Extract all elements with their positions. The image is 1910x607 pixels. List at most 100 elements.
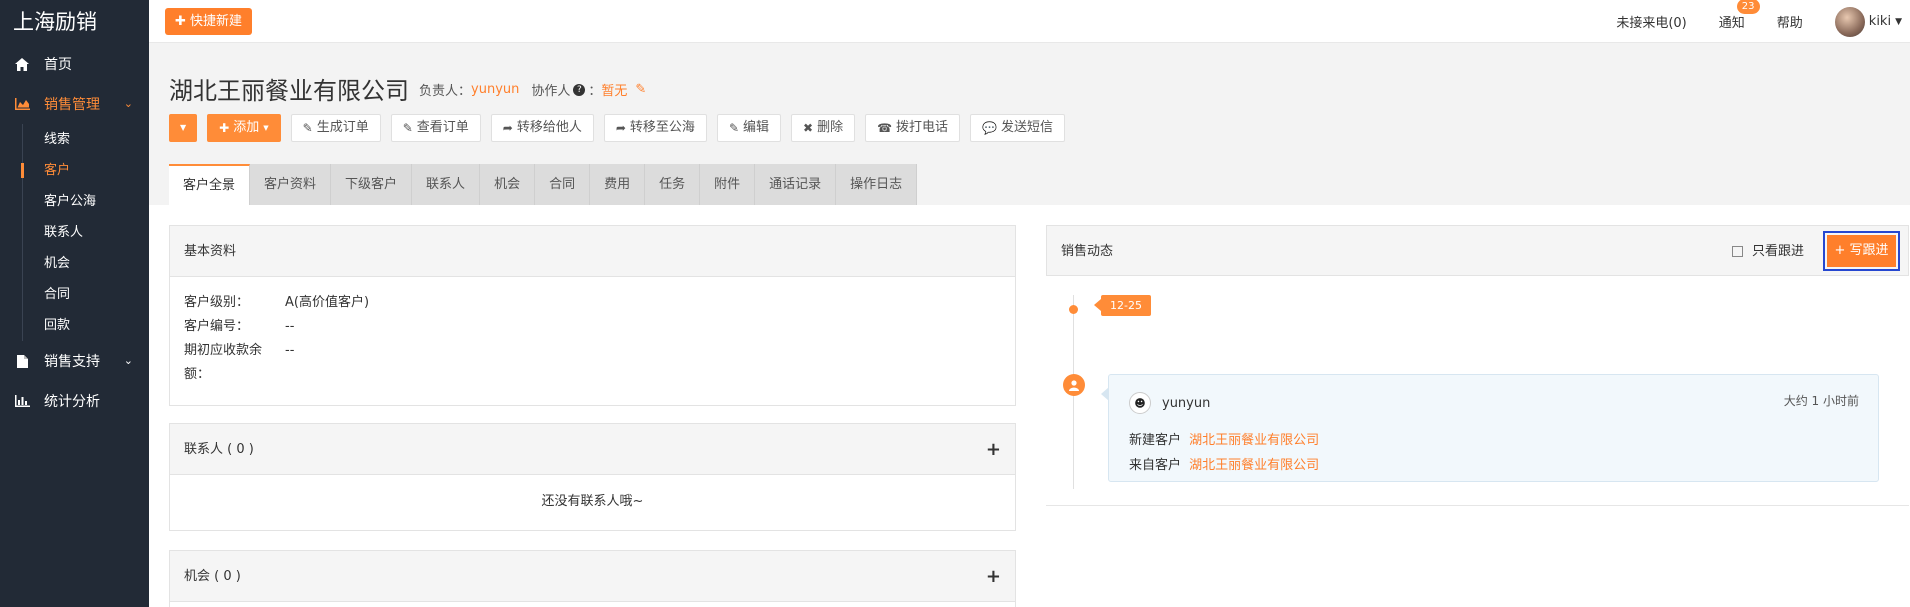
add-button[interactable]: ✚ 添加 ▼ — [207, 114, 281, 142]
info-row: 期初应收款余 -- — [184, 339, 1015, 363]
username: kiki — [1868, 14, 1892, 29]
send-sms-label: 发送短信 — [1001, 120, 1054, 135]
missed-calls-link[interactable]: 未接来电(0) — [1616, 12, 1686, 31]
info-value: A(高价值客户) — [285, 295, 370, 310]
action-bar: ▼ ✚ 添加 ▼ ✎ 生成订单 ✎ 查看订单 ➦ 转移给他人 ➦ 转移至公海 ✎… — [169, 114, 1075, 142]
quick-new-label: 快捷新建 — [190, 14, 243, 29]
sub-item-contracts[interactable]: 合同 — [23, 279, 149, 310]
edit-button[interactable]: ✎ 编辑 — [716, 114, 782, 142]
activity-line-label: 新建客户 — [1129, 433, 1182, 448]
nav-label: 统计分析 — [44, 394, 100, 410]
edit-icon: ✎ — [728, 121, 739, 135]
caret-down-icon: ▼ — [263, 124, 269, 132]
sub-item-contacts[interactable]: 联系人 — [23, 217, 149, 248]
page-title: 湖北王丽餐业有限公司 — [169, 77, 409, 105]
view-order-button[interactable]: ✎ 查看订单 — [390, 114, 481, 142]
info-label: 期初应收款余 — [184, 343, 263, 358]
info-label: 客户编号： — [184, 319, 250, 334]
tab-operation-log[interactable]: 操作日志 — [836, 164, 918, 205]
file-icon — [14, 354, 30, 368]
move-to-pool-button[interactable]: ➦ 转移至公海 — [603, 114, 707, 142]
caret-down-icon: ▼ — [1895, 16, 1902, 27]
customer-tabs: 客户全景 客户资料 下级客户 联系人 机会 合同 费用 任务 附件 通话记录 操… — [169, 164, 918, 205]
tab-call-records[interactable]: 通话记录 — [755, 164, 837, 205]
call-button[interactable]: ☎ 拨打电话 — [865, 114, 961, 142]
transfer-button[interactable]: ➦ 转移给他人 — [490, 114, 594, 142]
sales-submenu: 线索 客户 客户公海 联系人 机会 合同 回款 — [21, 124, 149, 341]
sales-activity-title: 销售动态 — [1061, 244, 1114, 259]
call-label: 拨打电话 — [896, 120, 949, 135]
tab-sub-customers[interactable]: 下级客户 — [331, 164, 413, 205]
tab-overview[interactable]: 客户全景 — [169, 164, 251, 205]
customer-header: 湖北王丽餐业有限公司 负责人： yunyun 协作人 ? ： 暂无 ✎ ▼ ✚ … — [149, 43, 1910, 205]
nav-item-sales-support[interactable]: 销售支持 ⌄ — [0, 341, 149, 381]
sales-activity-header: 销售动态 只看跟进 + 写跟进 — [1046, 225, 1909, 276]
chevron-down-icon: ⌄ — [123, 97, 133, 110]
only-follow-checkbox[interactable] — [1731, 246, 1743, 257]
add-opportunity-icon[interactable]: + — [986, 551, 1001, 602]
sidebar: 上海励销 首页 销售管理 ⌄ 线索 客户 客户公海 联系人 机会 合同 回款 销… — [0, 0, 149, 607]
sub-item-opportunities[interactable]: 机会 — [23, 248, 149, 279]
quick-new-button[interactable]: ✚ 快捷新建 — [165, 8, 253, 35]
bar-chart-icon — [14, 394, 30, 408]
activity-time: 大约 1 小时前 — [1783, 394, 1859, 408]
nav-label: 销售支持 — [44, 354, 100, 370]
owner-name[interactable]: yunyun — [471, 82, 519, 97]
topbar: ✚ 快捷新建 未接来电(0) 通知 23 帮助 kiki ▼ — [149, 0, 1910, 43]
only-follow-toggle[interactable]: 只看跟进 — [1731, 226, 1804, 277]
contacts-panel-header: 联系人 ( 0 ) + — [170, 424, 1015, 475]
sales-activity-panel: 销售动态 只看跟进 + 写跟进 12-25 ☻ yunyun 大约 1 小时前 … — [1046, 225, 1909, 506]
owner-line: 负责人： yunyun 协作人 ? ： 暂无 ✎ — [419, 80, 646, 99]
edit-icon: ✎ — [402, 121, 413, 135]
nav-item-statistics[interactable]: 统计分析 — [0, 381, 149, 421]
close-icon: ✖ — [803, 121, 814, 135]
nav-item-home[interactable]: 首页 — [0, 44, 149, 84]
tab-contracts[interactable]: 合同 — [535, 164, 591, 205]
tab-tasks[interactable]: 任务 — [645, 164, 701, 205]
sub-item-customers[interactable]: 客户 — [21, 155, 149, 186]
send-sms-button[interactable]: 💬 发送短信 — [970, 114, 1066, 142]
topbar-right: 未接来电(0) 通知 23 帮助 kiki ▼ — [1616, 0, 1910, 43]
generate-order-button[interactable]: ✎ 生成订单 — [290, 114, 381, 142]
write-follow-button[interactable]: + 写跟进 — [1823, 231, 1900, 271]
pencil-icon[interactable]: ✎ — [635, 82, 646, 97]
area-chart-icon — [14, 97, 30, 111]
sub-item-payments[interactable]: 回款 — [23, 310, 149, 341]
notifications-label: 通知 — [1718, 16, 1745, 31]
nav-label: 首页 — [44, 57, 72, 73]
contacts-title: 联系人 ( 0 ) — [184, 442, 254, 457]
collaborator-value: 暂无 — [601, 84, 628, 99]
help-link[interactable]: 帮助 — [1777, 12, 1803, 31]
notifications-link[interactable]: 通知 23 — [1718, 0, 1760, 31]
generate-order-label: 生成订单 — [316, 120, 369, 135]
info-value: -- — [285, 319, 295, 334]
tab-attachments[interactable]: 附件 — [700, 164, 756, 205]
customer-link[interactable]: 湖北王丽餐业有限公司 — [1189, 433, 1319, 448]
plus-icon: ✚ — [175, 14, 186, 29]
sub-item-customer-pool[interactable]: 客户公海 — [23, 186, 149, 217]
user-menu[interactable]: kiki ▼ — [1834, 6, 1902, 37]
basic-info-title: 基本资料 — [170, 226, 1015, 277]
more-dropdown-button[interactable]: ▼ — [169, 114, 198, 142]
nav-item-sales-management[interactable]: 销售管理 ⌄ — [0, 84, 149, 124]
activity-card: ☻ yunyun 大约 1 小时前 新建客户 湖北王丽餐业有限公司 来自客户 湖… — [1101, 374, 1879, 482]
avatar — [1834, 6, 1865, 37]
tab-opportunities[interactable]: 机会 — [480, 164, 536, 205]
activity-user[interactable]: yunyun — [1162, 396, 1210, 411]
delete-button[interactable]: ✖ 删除 — [791, 114, 856, 142]
owner-label: 负责人： — [419, 84, 472, 99]
question-icon[interactable]: ? — [573, 83, 586, 96]
nav-label: 销售管理 — [44, 97, 100, 113]
avatar: ☻ — [1129, 392, 1151, 414]
tab-expenses[interactable]: 费用 — [590, 164, 646, 205]
add-contact-icon[interactable]: + — [986, 424, 1001, 475]
customer-link[interactable]: 湖北王丽餐业有限公司 — [1189, 458, 1319, 473]
info-row: 额： — [184, 363, 1015, 387]
activity-line: 新建客户 湖北王丽餐业有限公司 — [1129, 429, 1319, 448]
write-follow-label: + 写跟进 — [1827, 235, 1896, 267]
tab-contacts[interactable]: 联系人 — [412, 164, 481, 205]
tab-profile[interactable]: 客户资料 — [250, 164, 332, 205]
contacts-empty-text: 还没有联系人哦~ — [541, 494, 644, 509]
sub-item-leads[interactable]: 线索 — [23, 124, 149, 155]
view-order-label: 查看订单 — [416, 120, 469, 135]
